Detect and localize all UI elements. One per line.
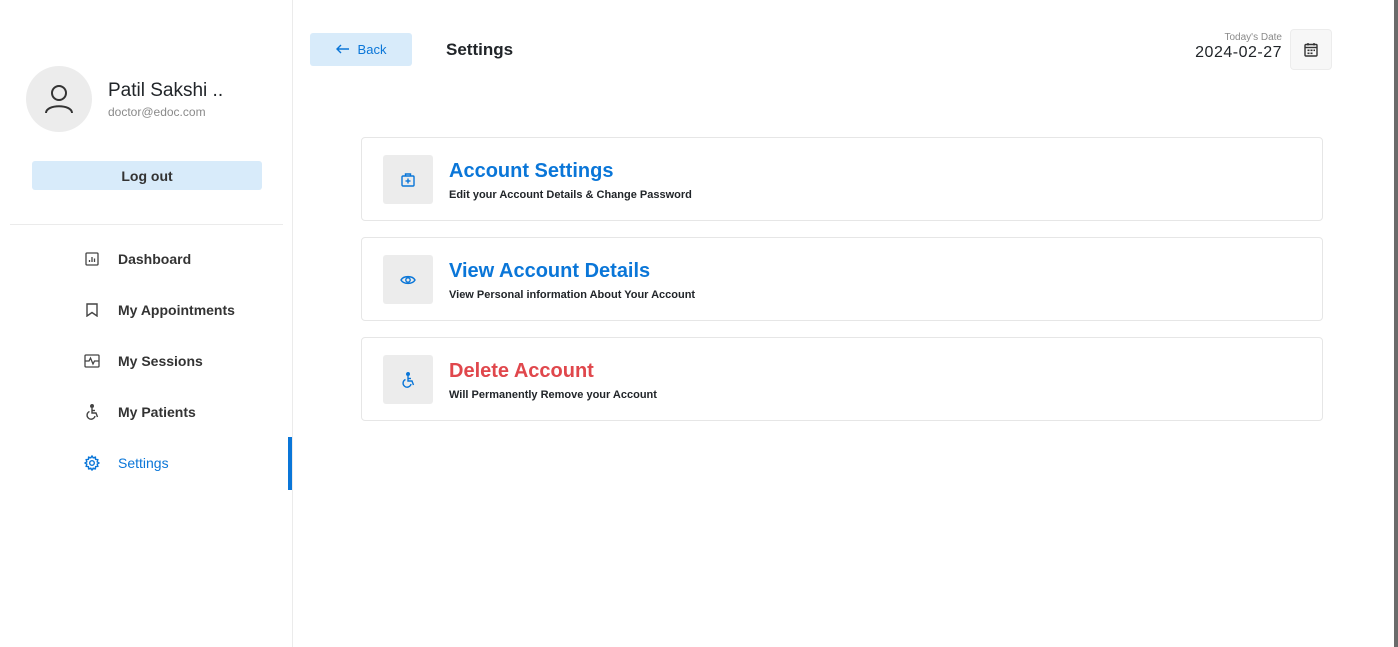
delete-account-card[interactable]: Delete Account Will Permanently Remove y… [361, 337, 1323, 421]
wheelchair-icon [383, 355, 433, 404]
card-description: View Personal information About Your Acc… [449, 289, 696, 301]
sidebar-divider [10, 224, 283, 225]
sessions-icon [83, 352, 101, 370]
sidebar-item-label: Settings [118, 454, 169, 471]
dashboard-icon [83, 250, 101, 268]
date-label: Today's Date [1224, 32, 1283, 43]
profile-block: Patil Sakshi .. doctor@edoc.com [26, 66, 223, 132]
sidebar-item-label: My Appointments [118, 301, 235, 318]
date-block: Today's Date 2024-02-27 [1195, 32, 1282, 62]
card-description: Will Permanently Remove your Account [449, 389, 657, 401]
account-settings-card[interactable]: Account Settings Edit your Account Detai… [361, 137, 1323, 221]
calendar-icon [1304, 43, 1318, 57]
arrow-left-icon [335, 42, 350, 57]
sidebar-item-dashboard[interactable]: Dashboard [0, 233, 292, 284]
sidebar-item-label: My Patients [118, 403, 196, 420]
sidebar-item-patients[interactable]: My Patients [0, 386, 292, 437]
sidebar-item-settings[interactable]: Settings [0, 437, 292, 488]
window-edge [1394, 0, 1398, 647]
sidebar-item-sessions[interactable]: My Sessions [0, 335, 292, 386]
date-value: 2024-02-27 [1195, 44, 1282, 61]
view-account-details-card[interactable]: View Account Details View Personal infor… [361, 237, 1323, 321]
sidebar-item-label: My Sessions [118, 352, 203, 369]
gear-icon [83, 454, 101, 472]
sidebar-item-label: Dashboard [118, 250, 192, 267]
back-button-label: Back [357, 42, 387, 57]
sidebar: Patil Sakshi .. doctor@edoc.com Log out … [0, 0, 293, 647]
user-icon [45, 85, 73, 114]
logout-button[interactable]: Log out [32, 161, 262, 190]
calendar-button[interactable] [1290, 29, 1332, 70]
active-indicator [288, 437, 292, 490]
avatar [26, 66, 92, 132]
card-title: Account Settings [449, 160, 614, 182]
profile-email: doctor@edoc.com [108, 104, 206, 119]
sidebar-item-appointments[interactable]: My Appointments [0, 284, 292, 335]
sidebar-menu: Dashboard My Appointments My Sessions My… [0, 233, 292, 490]
page-title: Settings [446, 40, 514, 59]
bookmark-icon [83, 301, 101, 319]
eye-icon [383, 255, 433, 304]
back-button[interactable]: Back [310, 33, 412, 66]
card-title: Delete Account [449, 360, 594, 382]
wheelchair-icon [83, 403, 101, 421]
card-description: Edit your Account Details & Change Passw… [449, 189, 692, 201]
profile-name: Patil Sakshi .. [108, 79, 224, 101]
medical-bag-icon [383, 155, 433, 204]
card-title: View Account Details [449, 260, 651, 282]
